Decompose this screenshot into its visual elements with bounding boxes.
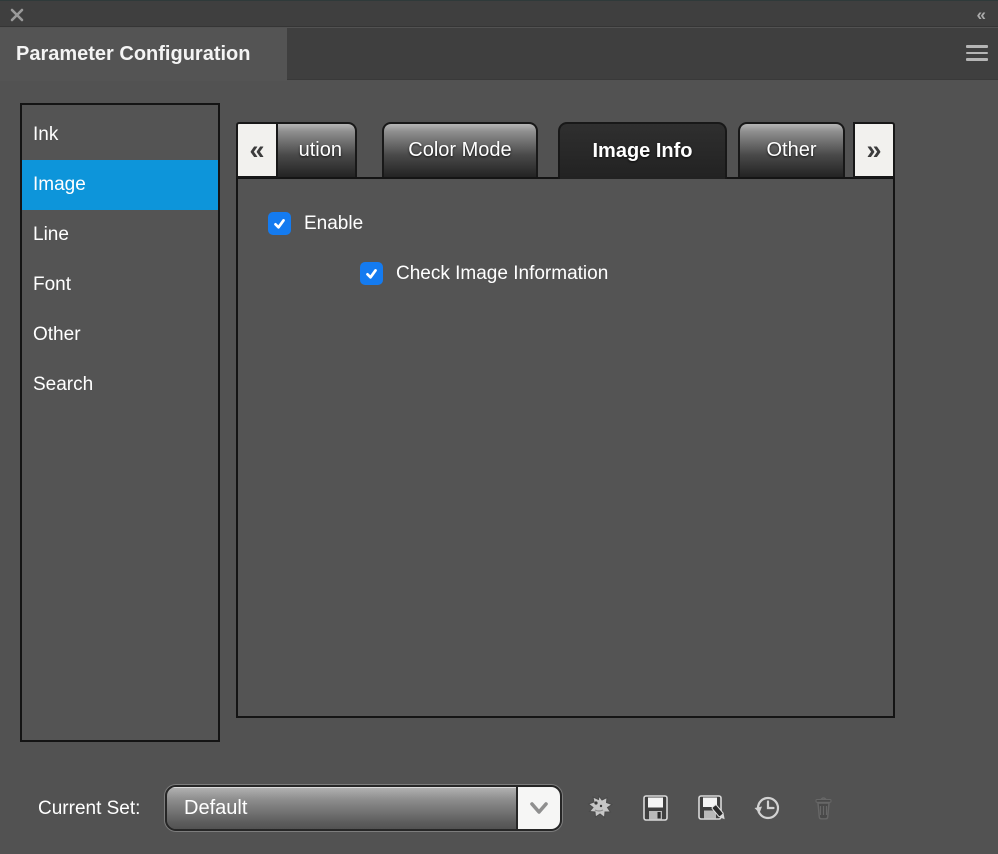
new-set-icon[interactable] — [585, 792, 615, 824]
menu-icon[interactable] — [966, 45, 988, 61]
window-titlebar: « — [0, 0, 998, 27]
image-info-panel: Enable Check Image Information — [236, 177, 895, 718]
enable-row: Enable — [268, 212, 363, 235]
parameter-configuration-window: « Parameter Configuration Ink Image Line… — [0, 0, 998, 854]
check-image-information-label: Check Image Information — [396, 263, 608, 285]
save-as-icon[interactable] — [696, 792, 726, 824]
history-icon[interactable] — [752, 792, 782, 824]
close-icon[interactable] — [9, 7, 25, 23]
delete-icon[interactable] — [808, 792, 838, 824]
tab-image-info[interactable]: Image Info — [558, 122, 727, 179]
current-set-label: Current Set: — [38, 798, 140, 820]
tab-scroll-left-button[interactable]: « — [236, 122, 278, 178]
current-set-value: Default — [167, 787, 516, 829]
enable-label: Enable — [304, 213, 363, 235]
enable-checkbox[interactable] — [268, 212, 291, 235]
dialog-body: Ink Image Line Font Other Search ution «… — [0, 80, 998, 854]
tab-color-mode[interactable]: Color Mode — [382, 122, 538, 177]
sidebar-item-line[interactable]: Line — [22, 210, 218, 260]
sidebar-item-other[interactable]: Other — [22, 310, 218, 360]
check-image-information-row: Check Image Information — [360, 262, 608, 285]
panel-tab-strip: Parameter Configuration — [0, 28, 998, 80]
panel-title-tab[interactable]: Parameter Configuration — [0, 28, 287, 81]
sidebar-item-font[interactable]: Font — [22, 260, 218, 310]
category-sidebar: Ink Image Line Font Other Search — [20, 103, 220, 742]
chevron-down-icon — [516, 787, 560, 829]
sidebar-item-search[interactable]: Search — [22, 360, 218, 410]
tab-scroll-right-button[interactable]: » — [853, 122, 895, 178]
settings-tab-bar: ution « Color Mode Image Info Other » — [236, 122, 895, 179]
collapse-panel-icon[interactable]: « — [977, 2, 986, 27]
sidebar-item-image[interactable]: Image — [22, 160, 218, 210]
tab-other[interactable]: Other — [738, 122, 845, 177]
sidebar-item-ink[interactable]: Ink — [22, 110, 218, 160]
current-set-dropdown[interactable]: Default — [165, 785, 562, 831]
check-image-information-checkbox[interactable] — [360, 262, 383, 285]
save-icon[interactable] — [640, 792, 670, 824]
